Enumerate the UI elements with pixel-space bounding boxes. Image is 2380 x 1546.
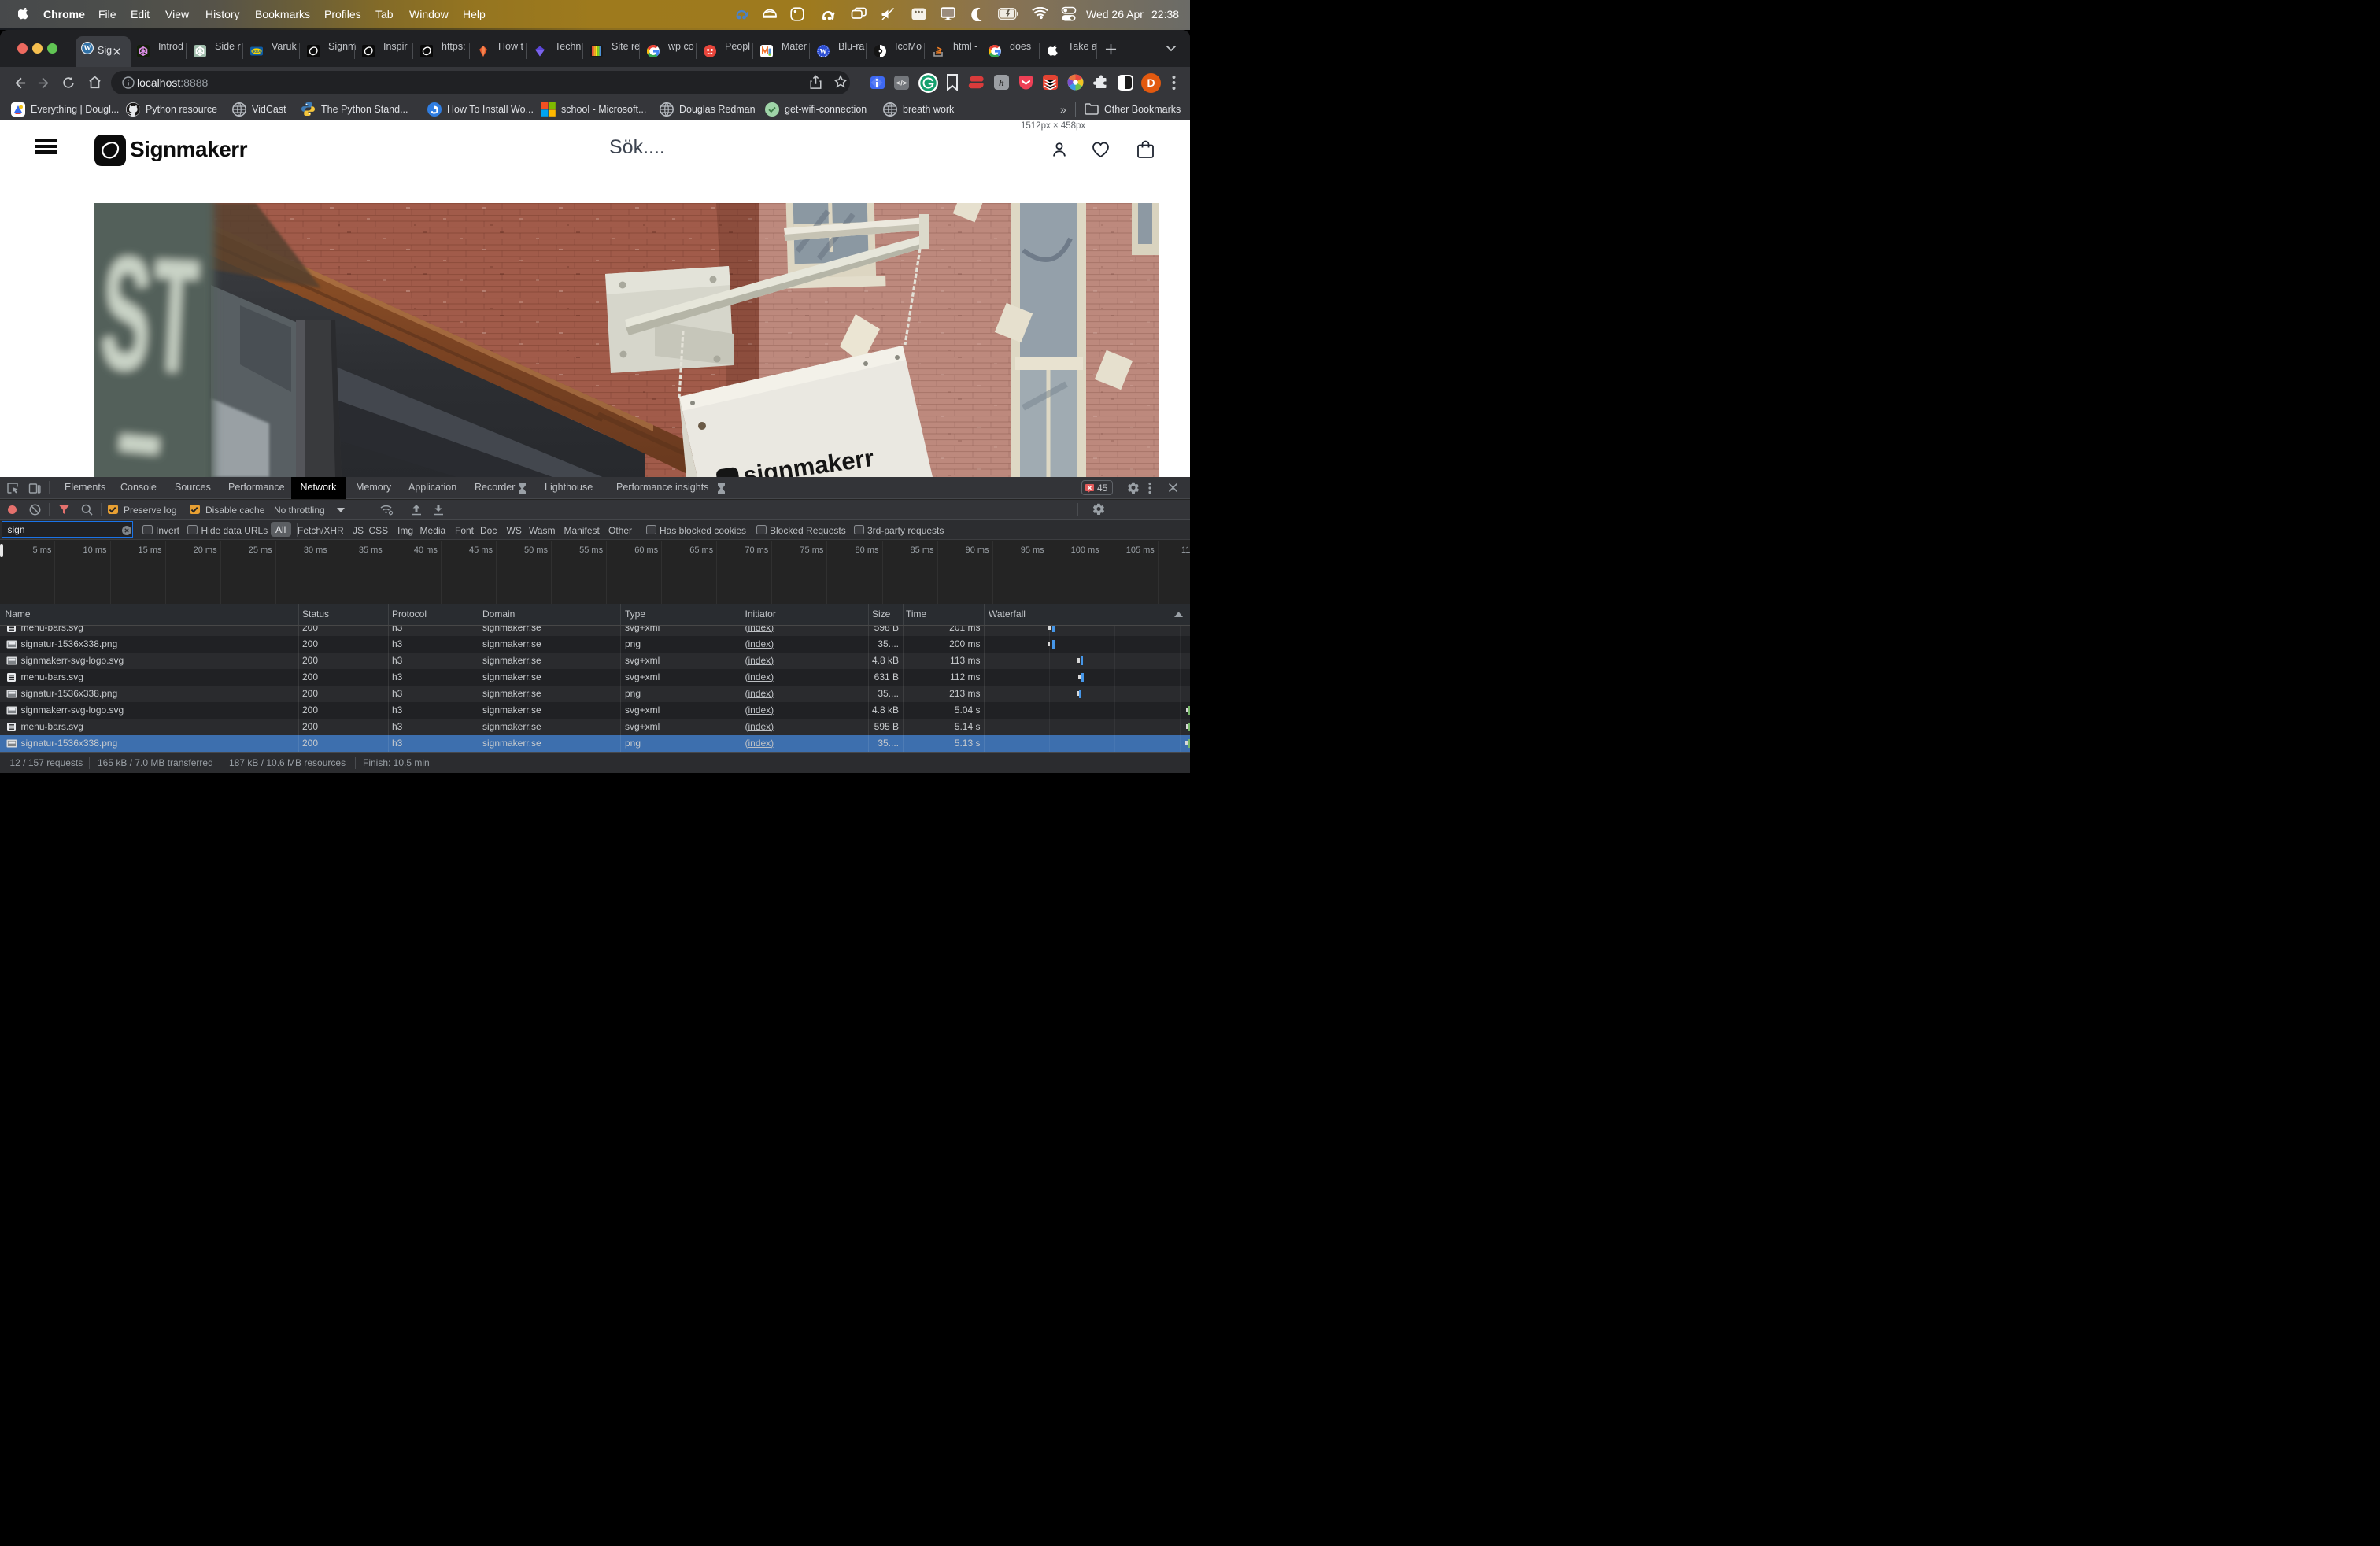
svg-text:IKEA: IKEA bbox=[253, 50, 262, 54]
svg-text:W: W bbox=[820, 47, 827, 55]
svg-text:ST: ST bbox=[98, 222, 204, 408]
svg-text:W: W bbox=[83, 45, 91, 53]
svg-text:</>: </> bbox=[896, 80, 907, 87]
svg-text:h: h bbox=[999, 77, 1004, 88]
